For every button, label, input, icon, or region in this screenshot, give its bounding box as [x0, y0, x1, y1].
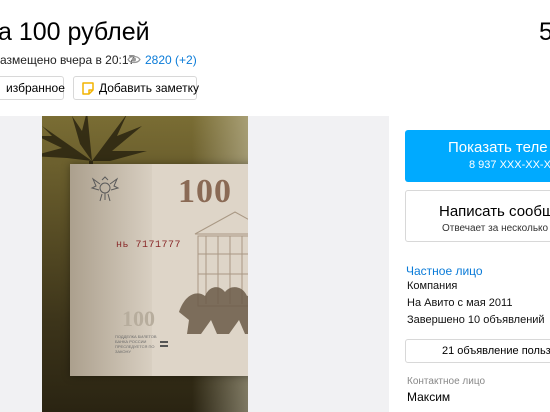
- favorites-label: избранное: [6, 81, 65, 95]
- seller-company: Компания: [407, 280, 458, 292]
- seller-type-link[interactable]: Частное лицо: [406, 264, 483, 278]
- eye-icon: [127, 55, 141, 64]
- seller-ads-button[interactable]: 21 объявление польз: [405, 339, 550, 363]
- listing-price: 5: [539, 18, 550, 46]
- show-phone-button[interactable]: Показать теле 8 937 XXX-XX-X: [405, 130, 550, 182]
- note-icon: [82, 82, 94, 95]
- posted-date: азмещено вчера в 20:17: [0, 53, 136, 67]
- write-message-button[interactable]: Написать сообщ Отвечает за несколько: [405, 190, 550, 242]
- contact-person-label: Контактное лицо: [407, 376, 486, 387]
- views-count: 2820 (+2): [145, 53, 197, 67]
- quadriga-illustration: [179, 287, 248, 334]
- response-time-note: Отвечает за несколько: [442, 223, 549, 234]
- banknote-small-denomination: 100: [122, 306, 155, 331]
- listing-meta: азмещено вчера в 20:17 2820 (+2): [0, 52, 197, 68]
- double-eagle-emblem-icon: [90, 176, 120, 202]
- masked-phone-number: 8 937 XXX-XX-X: [469, 159, 550, 171]
- write-message-label: Написать сообщ: [439, 203, 550, 220]
- banknote-fine-print: ПОДДЕЛКА БИЛЕТОВ БАНКА РОССИИ ПРЕСЛЕДУЕТ…: [115, 334, 157, 354]
- note-label: Добавить заметку: [99, 81, 199, 95]
- seller-completed-ads: Завершено 10 объявлений: [407, 314, 545, 326]
- listing-title: а 100 рублей: [0, 18, 150, 46]
- seller-since: На Авито с мая 2011: [407, 297, 513, 309]
- banknote-serial: нь 7171777: [116, 240, 182, 251]
- add-to-favorites-button[interactable]: избранное: [0, 76, 65, 100]
- show-phone-label: Показать теле: [448, 139, 548, 156]
- photo-gallery[interactable]: 100 нь 7171777 100 ПОДДЕЛКА БИЛЕТОВ БАНК…: [0, 116, 389, 412]
- equals-mark-icon: [160, 341, 168, 347]
- add-note-button[interactable]: Добавить заметку: [73, 76, 199, 100]
- banknote-image: 100 нь 7171777 100 ПОДДЕЛКА БИЛЕТОВ БАНК…: [70, 164, 248, 376]
- contact-person-name: Максим: [407, 390, 451, 404]
- listing-photo[interactable]: 100 нь 7171777 100 ПОДДЕЛКА БИЛЕТОВ БАНК…: [42, 116, 248, 412]
